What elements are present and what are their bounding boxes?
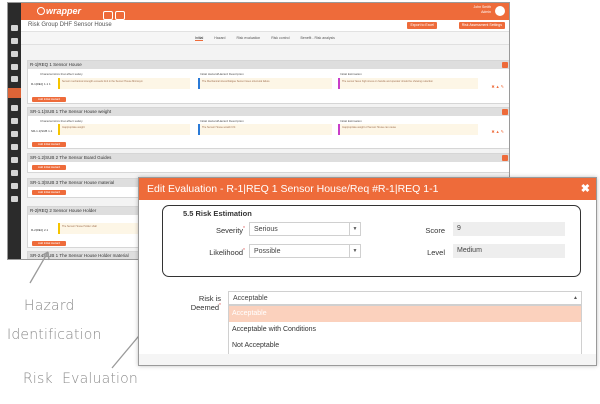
required-marker: * (243, 226, 245, 232)
option-acceptable-with-conditions[interactable]: Acceptable with Conditions (229, 322, 581, 338)
modal-title: Edit Evaluation - R-1|REQ 1 Sensor House… (147, 183, 439, 195)
score-label: Score (425, 226, 445, 235)
risk-deemed-value: Acceptable (233, 295, 268, 302)
annotation-identification: Identification (7, 327, 102, 343)
chevron-down-icon: ▼ (349, 223, 360, 235)
annotation-hazard: Hazard (24, 298, 75, 314)
risk-deemed-select[interactable]: Acceptable ▲ (228, 291, 582, 305)
modal-header: Edit Evaluation - R-1|REQ 1 Sensor House… (139, 178, 596, 200)
level-value: Medium (453, 244, 565, 258)
severity-select[interactable]: Serious ▼ (249, 222, 361, 236)
modal-footer (139, 354, 596, 365)
arrow-icon (29, 251, 50, 284)
option-acceptable[interactable]: Acceptable (229, 306, 581, 322)
level-label: Level (427, 248, 445, 257)
chevron-down-icon: ▼ (349, 245, 360, 257)
likelihood-label: Likelihood* (190, 248, 245, 257)
risk-deemed-options: Acceptable Acceptable with Conditions No… (228, 305, 582, 355)
likelihood-select[interactable]: Possible ▼ (249, 244, 361, 258)
edit-evaluation-modal: Edit Evaluation - R-1|REQ 1 Sensor House… (138, 177, 597, 366)
severity-label-text: Severity (215, 226, 244, 235)
severity-value: Serious (254, 226, 278, 233)
option-not-acceptable[interactable]: Not Acceptable (229, 338, 581, 354)
likelihood-label-text: Likelihood (209, 248, 244, 257)
risk-deemed-label-text: Risk is Deemed (190, 294, 221, 312)
score-value: 9 (453, 222, 565, 236)
likelihood-value: Possible (254, 248, 281, 255)
chevron-up-icon: ▲ (573, 295, 578, 301)
risk-estimation-section: 5.5 Risk Estimation Severity* Serious ▼ … (162, 205, 581, 277)
required-marker: * (243, 248, 245, 254)
annotation-risk-evaluation: Risk Evaluation (23, 371, 138, 387)
required-marker: * (219, 303, 221, 309)
severity-label: Severity* (190, 226, 245, 235)
section-title: 5.5 Risk Estimation (183, 209, 252, 218)
risk-deemed-label: Risk is Deemed* (169, 294, 221, 312)
close-icon[interactable]: ✖ (581, 182, 590, 195)
